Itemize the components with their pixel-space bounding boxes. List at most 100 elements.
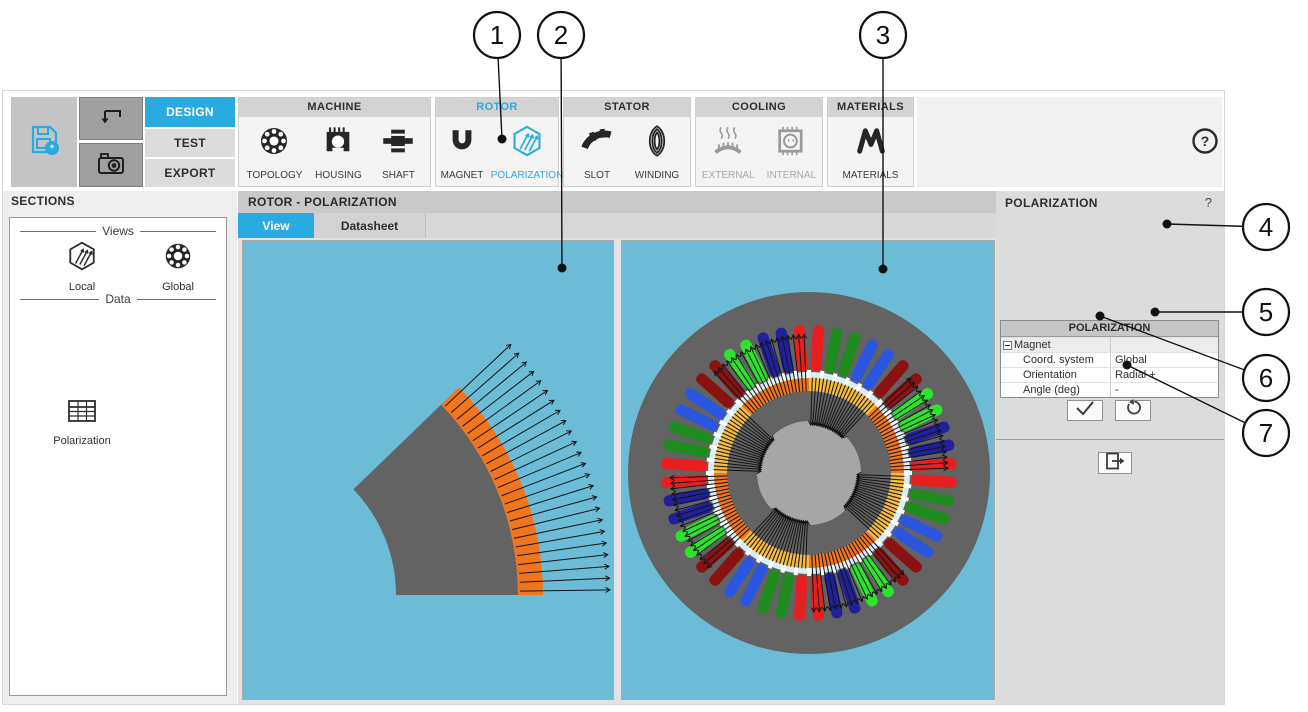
export-section-button[interactable] [1098,452,1132,474]
revert-arrow-button[interactable] [79,97,143,140]
nav-design-button[interactable]: DESIGN [145,97,235,127]
callout-number: 2 [554,20,568,50]
ribbon-item-cooling-internal: INTERNAL [765,121,818,186]
sections-title: SECTIONS [11,194,75,208]
nav-export-button[interactable]: EXPORT [145,159,235,187]
global-view-icon [162,240,194,277]
winding-icon [640,123,674,159]
ribbon-item-shaft[interactable]: SHAFT [372,121,424,186]
ribbon-item-label: TOPOLOGY [247,170,303,181]
ribbon-group-title: ROTOR [436,98,558,117]
sidebar-item-local[interactable]: Local [44,240,120,293]
sidebar-item-label: Local [69,281,95,293]
panel-divider [996,439,1224,440]
callout-circle [1243,204,1289,250]
ribbon-group-title: MATERIALS [828,98,913,117]
polarization-icon [510,123,544,159]
property-label: Orientation [1023,368,1077,382]
local-view-canvas[interactable] [242,240,614,700]
main-view-title: ROTOR - POLARIZATION [238,191,996,213]
camera-icon [96,149,126,182]
ribbon-group-cooling: COOLING EXTERNAL [695,97,823,187]
property-label: Angle (deg) [1023,383,1080,397]
external-cooling-icon [711,123,745,159]
callout-number: 6 [1259,363,1273,393]
ribbon-item-label: SHAFT [382,170,415,181]
ribbon-item-label: POLARIZATION [491,170,564,181]
polarization-panel: POLARIZATION ? POLARIZATION Magnet Coord… [996,191,1224,704]
shaft-icon [381,123,415,159]
tree-collapse-icon[interactable] [1003,341,1012,350]
ribbon-item-label: WINDING [635,170,679,181]
property-label: Magnet [1014,338,1051,352]
ribbon-item-slot[interactable]: SLOT [571,121,623,186]
global-view-canvas[interactable] [621,240,995,700]
sidebar-item-label: Global [162,281,194,293]
check-icon [1073,400,1097,421]
property-grid-header: POLARIZATION [1001,321,1218,337]
callout-circle [1243,289,1289,335]
ribbon-item-topology[interactable]: TOPOLOGY [245,121,305,186]
callout-circle [1243,410,1289,456]
property-value [1111,338,1218,352]
ribbon-item-magnet[interactable]: MAGNET [436,121,488,186]
data-group-label: Data [20,292,216,306]
callout-number: 1 [490,20,504,50]
ribbon-item-label: SLOT [584,170,610,181]
ribbon-item-label: INTERNAL [767,170,816,181]
property-value[interactable]: - [1111,383,1218,397]
screenshot-button[interactable] [79,143,143,187]
reset-button[interactable] [1115,400,1151,421]
ribbon-item-winding[interactable]: WINDING [631,121,683,186]
export-page-icon [1104,452,1126,475]
tab-view[interactable]: View [238,213,314,238]
help-button[interactable]: ? [1189,128,1221,158]
ribbon-group-title: COOLING [696,98,822,117]
view-tab-bar: View Datasheet [238,213,996,238]
ribbon-group-stator: STATOR SLOT [563,97,691,187]
callout-number: 4 [1259,212,1273,242]
svg-text:?: ? [1201,133,1210,149]
property-row-orientation: Orientation Radial + [1001,367,1218,382]
callout-circle [474,12,520,58]
property-value[interactable]: Radial + [1111,368,1218,382]
svg-text:*: * [50,143,54,154]
ribbon-item-polarization[interactable]: POLARIZATION [496,121,558,186]
ribbon-group-title: STATOR [564,98,690,117]
application-window: * DESIGN T [2,90,1225,705]
topology-icon [257,123,291,159]
materials-icon [854,123,888,159]
ribbon-group-materials: MATERIALS MATERIALS [827,97,914,187]
nav-test-button[interactable]: TEST [145,129,235,157]
property-value[interactable]: Global [1111,353,1218,367]
table-icon [66,396,98,431]
internal-cooling-icon [774,123,808,159]
housing-icon [321,123,355,159]
local-view-icon [66,240,98,277]
callout-circle [538,12,584,58]
apply-button[interactable] [1067,400,1103,421]
callout-number: 3 [876,20,890,50]
property-label: Coord. system [1023,353,1094,367]
save-button[interactable]: * [11,97,77,187]
panel-title: POLARIZATION [1005,196,1098,210]
sidebar-item-global[interactable]: Global [140,240,216,293]
ribbon-group-machine: MACHINE TOPOLOGY [238,97,431,187]
property-row-angle: Angle (deg) - [1001,382,1218,397]
ribbon-item-housing[interactable]: HOUSING [312,121,364,186]
callout-number: 5 [1259,297,1273,327]
magnet-icon [446,123,478,159]
ribbon-group-title: MACHINE [239,98,430,117]
ribbon-item-materials[interactable]: MATERIALS [841,121,901,186]
property-row-magnet: Magnet [1001,337,1218,352]
ribbon-item-cooling-external: EXTERNAL [700,121,757,186]
screenshot-root: * DESIGN T [0,0,1308,712]
undo-rotate-icon [1124,399,1142,422]
property-grid: POLARIZATION Magnet Coord. system Global [1000,320,1219,398]
sections-card: Views Local [9,217,227,696]
tab-datasheet[interactable]: Datasheet [314,213,426,238]
panel-help-button[interactable]: ? [1205,195,1212,210]
slot-icon [580,123,614,159]
callout-number: 7 [1259,418,1273,448]
sidebar-item-polarization-data[interactable]: Polarization [38,396,126,447]
